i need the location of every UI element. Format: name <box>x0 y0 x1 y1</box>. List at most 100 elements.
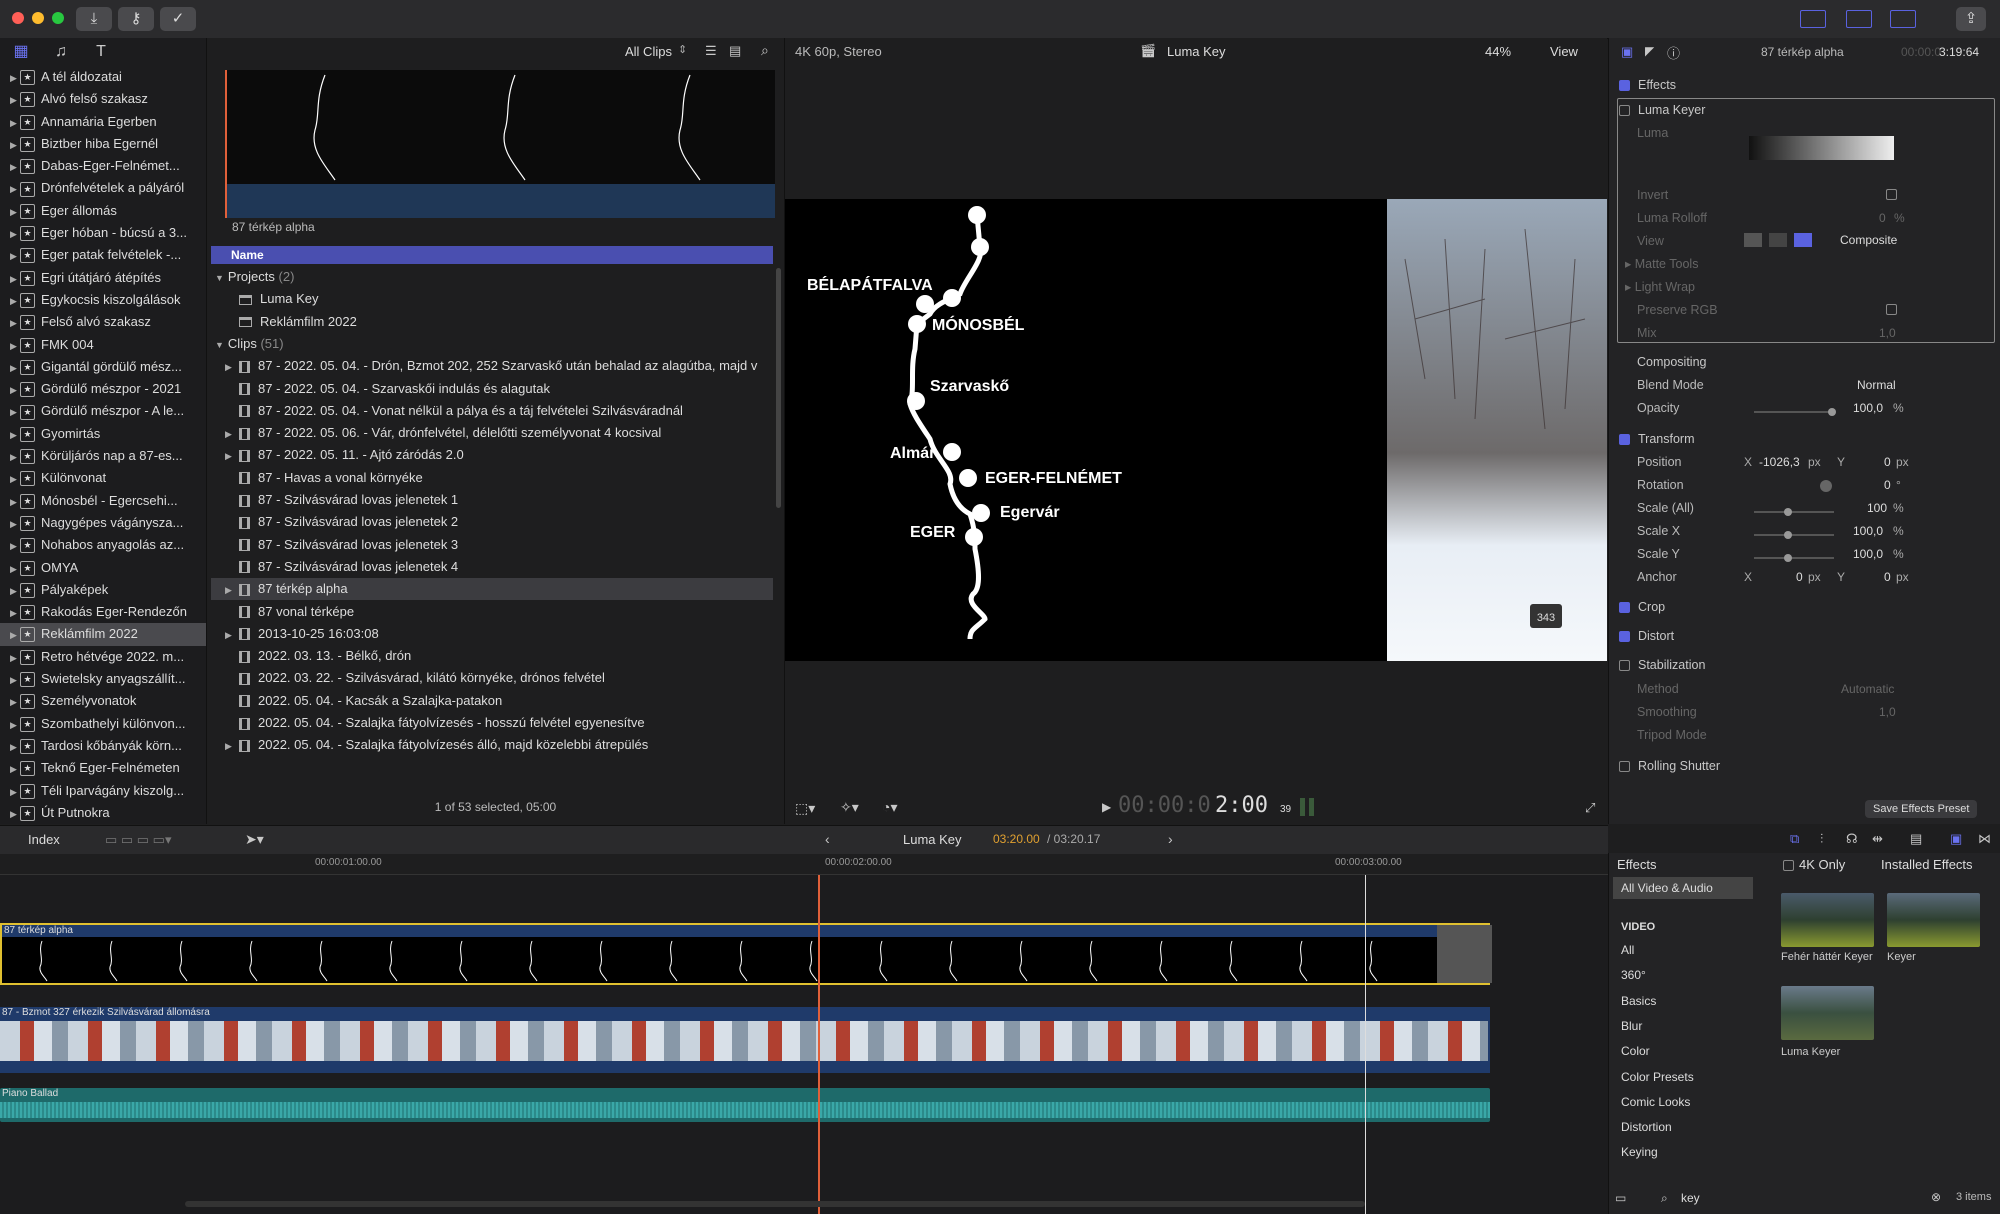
effects-search-input[interactable] <box>1679 1189 1833 1207</box>
skimming-icon[interactable]: ⧉ <box>1790 831 1799 847</box>
clip-row[interactable]: 87 - Szilvásvárad lovas jelenetek 1 <box>211 489 773 511</box>
opacity-value[interactable]: 100,0 <box>1853 401 1883 415</box>
distort-section[interactable]: Distort <box>1619 625 1989 647</box>
effect-thumb-keyer[interactable] <box>1887 893 1980 947</box>
check-icon[interactable]: ✓ <box>160 7 196 31</box>
position-y-value[interactable]: 0 <box>1884 455 1891 469</box>
disclosure-triangle-icon[interactable]: ▶ <box>10 335 20 356</box>
sidebar-toggle-icon[interactable]: ▭ <box>1615 1191 1626 1205</box>
import-icon[interactable]: ⤓ <box>76 7 112 31</box>
effect-thumb-feher-hatter-keyer[interactable] <box>1781 893 1874 947</box>
clip-row[interactable]: 87 - Szilvásvárad lovas jelenetek 4 <box>211 556 773 578</box>
effects-category[interactable]: 360° <box>1621 963 1761 988</box>
effects-category[interactable]: Color <box>1621 1039 1761 1064</box>
effects-category[interactable]: Keying <box>1621 1140 1761 1165</box>
audio-skimming-icon[interactable]: ⫶ <box>1820 831 1823 847</box>
luma-rolloff-value[interactable]: 0 <box>1879 211 1886 225</box>
disclosure-triangle-icon[interactable]: ▶ <box>225 356 239 377</box>
browser-scrollbar[interactable] <box>776 268 781 508</box>
clear-search-icon[interactable]: ⊗ <box>1931 1190 1941 1204</box>
effects-category[interactable]: All <box>1621 938 1761 963</box>
transform-checkbox[interactable] <box>1619 434 1630 446</box>
library-event[interactable]: ▶ ★ Egykocsis kiszolgálások <box>0 289 206 311</box>
library-event[interactable]: ▶ ★ Teknő Eger-Felnémeten <box>0 757 206 779</box>
photos-audio-icon[interactable]: ♫ <box>50 43 72 61</box>
disclosure-triangle-icon[interactable]: ▶ <box>10 691 20 712</box>
disclosure-triangle-icon[interactable]: ▶ <box>10 112 20 133</box>
library-event[interactable]: ▶ ★ Körüljárós nap a 87-es... <box>0 445 206 467</box>
disclosure-triangle-icon[interactable]: ▶ <box>10 134 20 155</box>
crop-section[interactable]: Crop <box>1619 596 1989 618</box>
clip-row[interactable]: 87 - 2022. 05. 04. - Szarvaskői indulás … <box>211 378 773 400</box>
library-event[interactable]: ▶ ★ A tél áldozatai <box>0 66 206 88</box>
clip-row[interactable]: ▶ 2013-10-25 16:03:08 <box>211 623 773 645</box>
edit-buttons-icon[interactable]: ▭ ▭ ▭ ▭▾ <box>105 832 172 848</box>
disclosure-triangle-icon[interactable]: ▶ <box>10 357 20 378</box>
disclosure-triangle-icon[interactable]: ▶ <box>10 245 20 266</box>
distort-checkbox[interactable] <box>1619 631 1630 643</box>
save-effects-preset-button[interactable]: Save Effects Preset <box>1865 800 1978 818</box>
clip-row[interactable]: 2022. 05. 04. - Szalajka fátyolvízesés -… <box>211 712 773 734</box>
disclosure-triangle-icon[interactable]: ▶ <box>10 624 20 645</box>
viewer-canvas[interactable]: 343 BÉLAPÁTFALVA MÓNOSBÉL Szarvaskő Almá… <box>785 199 1607 661</box>
clip-row[interactable]: 87 - Havas a vonal környéke <box>211 467 773 489</box>
effects-checkbox[interactable] <box>1619 80 1630 92</box>
layout-inspector-icon[interactable] <box>1890 10 1916 28</box>
four-k-checkbox[interactable] <box>1783 860 1794 871</box>
disclosure-triangle-icon[interactable]: ▶ <box>225 423 239 444</box>
fullscreen-icon[interactable]: ⤢ <box>1585 800 1595 816</box>
library-event[interactable]: ▶ ★ Mónosbél - Egercsehi... <box>0 490 206 512</box>
transitions-browser-icon[interactable]: ⋈ <box>1978 831 1991 847</box>
clip-filter-dropdown[interactable]: All Clips <box>625 44 672 59</box>
retime-icon[interactable]: ◔▾ <box>882 799 897 816</box>
enhance-tool-icon[interactable]: ✧▾ <box>840 799 859 816</box>
invert-checkbox[interactable] <box>1886 189 1897 200</box>
effects-category[interactable]: Color Presets <box>1621 1065 1761 1090</box>
library-event[interactable]: ▶ ★ Gyomirtás <box>0 423 206 445</box>
disclosure-triangle-icon[interactable]: ▶ <box>10 401 20 422</box>
disclosure-triangle-icon[interactable]: ▶ <box>10 714 20 735</box>
project-row[interactable]: Reklámfilm 2022 <box>211 311 773 333</box>
library-event[interactable]: ▶ ★ Gördülő mészpor - A le... <box>0 400 206 422</box>
rotation-value[interactable]: 0 <box>1884 478 1891 492</box>
crop-checkbox[interactable] <box>1619 602 1630 614</box>
timeline-ruler[interactable]: 00:00:01:00.00 00:00:02:00.00 00:00:03:0… <box>0 854 1608 875</box>
luma-gradient-control[interactable] <box>1749 136 1894 160</box>
disclosure-triangle-icon[interactable]: ▶ <box>225 735 239 756</box>
minimize-window-button[interactable] <box>32 12 44 24</box>
opacity-slider[interactable] <box>1754 408 1836 416</box>
library-event[interactable]: ▶ ★ Téli Iparvágány kiszolg... <box>0 780 206 802</box>
disclosure-triangle-icon[interactable]: ▶ <box>10 580 20 601</box>
anchor-y-value[interactable]: 0 <box>1884 570 1891 584</box>
clip-row[interactable]: ▶ 87 - 2022. 05. 04. - Drón, Bzmot 202, 2… <box>211 355 773 377</box>
library-event[interactable]: ▶ ★ OMYA <box>0 557 206 579</box>
matte-tools-row[interactable]: ▸ Matte Tools <box>1625 253 1995 275</box>
library-event[interactable]: ▶ ★ Eger állomás <box>0 200 206 222</box>
effects-browser-icon[interactable]: ▣ <box>1950 831 1962 847</box>
timecode-display[interactable]: 2:00 <box>1215 793 1268 818</box>
timeline-audio-clip[interactable]: Piano Ballad <box>0 1088 1490 1122</box>
clip1-transition-handle[interactable] <box>1437 925 1492 983</box>
keyword-icon[interactable]: ⚷ <box>118 7 154 31</box>
effects-category[interactable]: Distortion <box>1621 1115 1761 1140</box>
effects-category[interactable]: Blur <box>1621 1014 1761 1039</box>
zoom-dropdown[interactable]: 44% <box>1485 44 1511 59</box>
disclosure-triangle-icon[interactable]: ▶ <box>10 602 20 623</box>
disclosure-triangle-icon[interactable]: ▶ <box>10 424 20 445</box>
zoom-window-button[interactable] <box>52 12 64 24</box>
clip-row[interactable]: 87 - Szilvásvárad lovas jelenetek 2 <box>211 511 773 533</box>
stabilization-section[interactable]: Stabilization <box>1619 654 1989 676</box>
disclosure-triangle-icon[interactable]: ▶ <box>225 624 239 645</box>
disclosure-triangle-icon[interactable]: ▶ <box>10 156 20 177</box>
clip-row[interactable]: ▶ 87 térkép alpha <box>211 578 773 601</box>
library-event[interactable]: ▶ ★ Alvó felső szakasz <box>0 88 206 110</box>
library-event[interactable]: ▶ ★ Pályaképek <box>0 579 206 601</box>
timeline-project-dropdown[interactable]: Luma Key <box>903 832 962 847</box>
disclosure-triangle-icon[interactable]: ▶ <box>10 669 20 690</box>
disclosure-triangle-icon[interactable]: ▶ <box>10 535 20 556</box>
blend-mode-dropdown[interactable]: Normal <box>1857 378 1896 392</box>
effects-search-icon[interactable]: ⌕ <box>1661 1191 1668 1206</box>
snapping-icon[interactable]: ⇹ <box>1872 831 1883 847</box>
disclosure-triangle-icon[interactable]: ▶ <box>225 579 239 600</box>
light-wrap-row[interactable]: ▸ Light Wrap <box>1625 276 1995 298</box>
